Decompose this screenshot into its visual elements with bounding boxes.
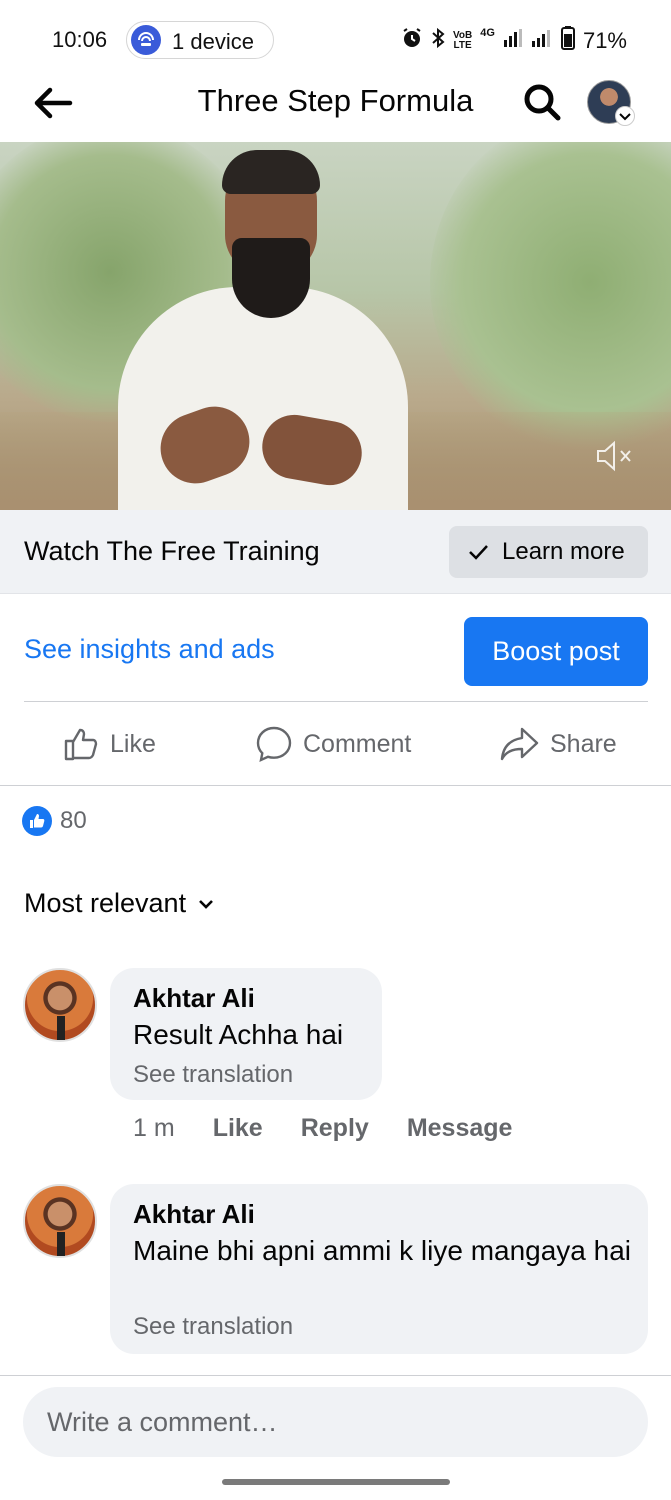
- video-subject-beard: [232, 238, 310, 318]
- cta-headline: Watch The Free Training: [24, 536, 320, 566]
- mute-icon[interactable]: [594, 438, 634, 474]
- battery-percent: 71%: [582, 28, 627, 53]
- comment-composer-bar: [0, 1375, 671, 1500]
- comment-text: Result Achha hai: [133, 1019, 344, 1050]
- device-pill[interactable]: 1 device: [126, 21, 274, 59]
- comment-text: Maine bhi apni ammi k liye mangaya hai: [133, 1235, 632, 1266]
- profile-avatar-button[interactable]: [585, 80, 635, 126]
- signal-icon-2: [531, 28, 553, 54]
- boost-post-button[interactable]: Boost post: [464, 617, 648, 686]
- home-indicator[interactable]: [222, 1479, 450, 1485]
- avatar-detail: [57, 1016, 65, 1040]
- see-translation-link[interactable]: See translation: [133, 1313, 293, 1341]
- app-header: Three Step Formula: [0, 80, 671, 142]
- comment-reply-button[interactable]: Reply: [301, 1114, 369, 1143]
- check-icon: [469, 545, 488, 560]
- comment-time: 1 m: [133, 1114, 175, 1142]
- video-subject-shirt: [118, 287, 408, 510]
- network-type: 4G: [480, 27, 495, 39]
- see-translation-link[interactable]: See translation: [133, 1061, 293, 1089]
- comment-label: Comment: [303, 729, 412, 758]
- status-time: 10:06: [52, 27, 108, 52]
- comment-composer[interactable]: [23, 1387, 648, 1457]
- bluetooth-icon: [431, 27, 445, 55]
- post-action-bar: Like Comment Share: [0, 702, 671, 786]
- page-title: Three Step Formula: [197, 83, 474, 118]
- comment-author[interactable]: Akhtar Ali: [133, 983, 255, 1014]
- back-arrow-icon: [34, 87, 73, 119]
- share-label: Share: [550, 729, 617, 758]
- video-subject-hair: [222, 150, 320, 194]
- reaction-count: 80: [60, 807, 87, 834]
- alarm-icon: [401, 27, 423, 55]
- chevron-down-icon: [615, 106, 635, 126]
- search-button[interactable]: [522, 82, 562, 122]
- learn-more-button[interactable]: Learn more: [449, 526, 648, 578]
- device-pill-label: 1 device: [172, 29, 254, 54]
- like-action-button[interactable]: Like: [62, 724, 156, 764]
- chevron-down-icon: [199, 899, 213, 909]
- comment-meta-row: 1 m Like Reply Message: [133, 1114, 512, 1143]
- comment-author[interactable]: Akhtar Ali: [133, 1199, 255, 1230]
- comment-action-button[interactable]: Comment: [255, 724, 411, 764]
- comment-bubble-icon: [256, 726, 292, 763]
- back-button[interactable]: [30, 80, 76, 126]
- comment-input[interactable]: [23, 1387, 648, 1457]
- system-icons: VoB LTE 4G 71%: [401, 26, 627, 56]
- thumbs-up-icon: [64, 728, 98, 761]
- search-icon: [524, 84, 561, 121]
- comment-message-button[interactable]: Message: [407, 1114, 513, 1143]
- see-insights-link[interactable]: See insights and ads: [24, 634, 275, 665]
- share-action-button[interactable]: Share: [500, 724, 617, 764]
- cta-strip[interactable]: Watch The Free Training Learn more: [0, 510, 671, 594]
- cast-icon: [131, 25, 161, 55]
- volte-bottom: LTE: [453, 40, 472, 51]
- comment-bubble[interactable]: Akhtar Ali Result Achha hai See translat…: [110, 968, 382, 1100]
- volte-indicator: VoB LTE: [453, 31, 472, 51]
- share-arrow-icon: [500, 727, 539, 761]
- reaction-summary[interactable]: 80: [22, 805, 87, 837]
- commenter-avatar[interactable]: [23, 1184, 97, 1258]
- like-label: Like: [110, 729, 156, 758]
- like-reaction-icon: [22, 806, 52, 836]
- status-bar: 10:06 1 device VoB LTE 4G 71%: [0, 0, 671, 80]
- video-background-tree: [430, 142, 671, 452]
- commenter-avatar[interactable]: [23, 968, 97, 1042]
- video-player[interactable]: [0, 142, 671, 510]
- comment-sort-dropdown[interactable]: Most relevant: [24, 888, 216, 919]
- comment-bubble[interactable]: Akhtar Ali Maine bhi apni ammi k liye ma…: [110, 1184, 648, 1354]
- sort-label: Most relevant: [24, 888, 187, 918]
- avatar-detail: [57, 1232, 65, 1256]
- comment-like-button[interactable]: Like: [213, 1114, 263, 1143]
- learn-more-label: Learn more: [502, 538, 625, 565]
- signal-icon-1: [503, 28, 523, 54]
- battery-icon: [560, 26, 575, 56]
